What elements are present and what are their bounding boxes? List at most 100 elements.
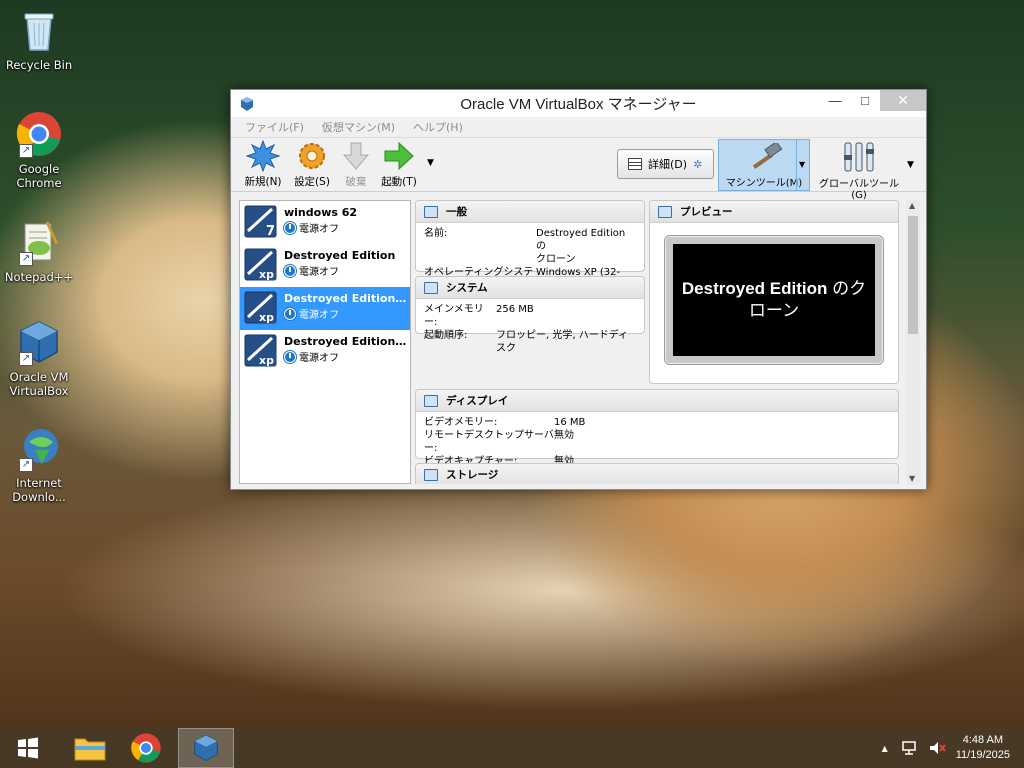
desktop-icon-label: Google Chrome [16, 162, 62, 190]
vm-name: Destroyed Edition ... [284, 292, 408, 305]
video-memory-value: 16 MB [554, 417, 586, 428]
memory-value: 256 MB [496, 304, 534, 315]
hammer-icon [744, 141, 784, 173]
power-off-icon [284, 350, 296, 363]
vm-name: Destroyed Edition ... [284, 335, 408, 348]
machine-tools-dropdown[interactable]: ▼ [796, 140, 809, 190]
boot-order-value: フロッピー, 光学, ハードディスク [496, 330, 629, 354]
vm-list[interactable]: 7 windows 62 電源オフ xp Destroyed Edition 電… [239, 200, 411, 484]
details-scrollbar[interactable]: ▲ ▼ [906, 200, 920, 484]
details-button-label: 詳細(D) [648, 158, 688, 171]
windows-logo-icon [18, 737, 38, 759]
pin-icon: ✲ [693, 157, 703, 171]
chip-icon [424, 281, 438, 294]
start-button[interactable]: 起動(T) [377, 140, 421, 189]
desktop-icon-internet-download-manager[interactable]: ↗ Internet Downlo... [4, 424, 74, 504]
power-off-icon [284, 307, 296, 320]
scroll-up-icon[interactable]: ▲ [909, 201, 915, 210]
display-section: ディスプレイ ビデオメモリー: 16 MB リモートデスクトップサーバー: 無効 ビ… [415, 389, 899, 467]
details-button[interactable]: 詳細(D) ✲ [617, 149, 714, 179]
vm-list-item-destroyed-edition[interactable]: xp Destroyed Edition 電源オフ [240, 244, 410, 287]
desktop-icon-chrome[interactable]: ↗ Google Chrome [4, 110, 74, 190]
window-title: Oracle VM VirtualBox マネージャー [460, 96, 697, 113]
volume-muted-icon[interactable] [928, 740, 946, 756]
svg-text:xp: xp [259, 268, 274, 281]
gear-icon [295, 140, 329, 172]
shortcut-arrow-icon: ↗ [19, 144, 33, 158]
menu-machine[interactable]: 仮想マシン(M) [322, 119, 395, 135]
discard-arrow-down-icon [339, 140, 373, 172]
svg-text:xp: xp [259, 354, 274, 367]
folder-icon [74, 738, 106, 761]
taskbar: ▲ 4:48 AM 11/19/2025 [0, 728, 1024, 768]
desktop-icon-notepad-plus-plus[interactable]: ↗ Notepad++ [4, 218, 74, 284]
network-icon[interactable] [900, 740, 918, 756]
vm-state-label: 電源オフ [299, 310, 339, 321]
vm-state: 電源オフ [284, 263, 410, 278]
virtualbox-app-icon [241, 97, 253, 111]
global-tools-icon [839, 141, 879, 173]
taskbar-file-explorer[interactable] [62, 728, 118, 768]
preview-vm-name: Destroyed Edition [681, 279, 828, 298]
new-button[interactable]: 新規(N) [241, 139, 285, 189]
global-tools-dropdown-chevron-icon[interactable]: ▼ [907, 160, 914, 170]
global-tools-button[interactable]: グローバルツール(G) [813, 140, 905, 201]
toolbar: 新規(N) 設定(S) 破棄 起動(T) ▼ 詳細(D) ✲ マシンツール(M)… [231, 138, 926, 201]
vm-state-label: 電源オフ [299, 224, 339, 235]
remote-desktop-label: リモートデスクトップサーバー: [424, 430, 554, 454]
maximize-button[interactable]: □ [850, 90, 880, 111]
discard-button[interactable]: 破棄 [339, 140, 373, 189]
window-titlebar[interactable]: Oracle VM VirtualBox マネージャー — □ ✕ [231, 90, 926, 117]
vm-name: windows 62 [284, 206, 358, 219]
general-section-header[interactable]: 一般 [416, 201, 644, 223]
boot-order-label: 起動順序: [424, 330, 468, 341]
chrome-icon [131, 733, 161, 763]
clock[interactable]: 4:48 AM 11/19/2025 [956, 733, 1010, 763]
taskbar-chrome[interactable] [118, 728, 174, 768]
storage-section-header[interactable]: ストレージ [416, 464, 898, 484]
taskbar-virtualbox[interactable] [178, 728, 234, 768]
system-section-title: システム [446, 282, 488, 294]
svg-text:xp: xp [259, 311, 274, 324]
show-hidden-icons-chevron-icon[interactable]: ▲ [882, 744, 888, 753]
memory-label: メインメモリー: [424, 304, 484, 328]
monitor-icon [424, 205, 438, 218]
vm-name: Destroyed Edition [284, 249, 396, 262]
vm-list-item-windows-62[interactable]: 7 windows 62 電源オフ [240, 201, 410, 244]
windows-xp-vm-icon: xp [244, 334, 277, 367]
recycle-bin-icon [15, 6, 63, 54]
scroll-down-icon[interactable]: ▼ [909, 474, 915, 483]
start-menu-button[interactable] [0, 728, 56, 768]
settings-button[interactable]: 設定(S) [289, 140, 335, 189]
menu-bar: ファイル(F) 仮想マシン(M) ヘルプ(H) [231, 117, 926, 138]
general-section: 一般 名前: Destroyed Edition の クローン オペレーティングシ… [415, 200, 645, 291]
main-area: 7 windows 62 電源オフ xp Destroyed Edition 電… [231, 194, 926, 489]
power-off-icon [284, 221, 296, 234]
display-section-header[interactable]: ディスプレイ [416, 390, 898, 412]
name-value-continued: クローン [536, 254, 576, 265]
shortcut-arrow-icon: ↗ [19, 252, 33, 266]
machine-tools-button[interactable]: マシンツール(M) ▼ [718, 139, 810, 191]
vm-list-item-destroyed-edition-clone[interactable]: xp Destroyed Edition ... 電源オフ [240, 287, 410, 330]
scrollbar-thumb[interactable] [908, 216, 918, 334]
windows-7-vm-icon: 7 [244, 205, 277, 238]
system-section-header[interactable]: システム [416, 277, 644, 299]
storage-icon [424, 468, 438, 481]
vm-state-label: 電源オフ [299, 353, 339, 364]
display-properties: ビデオメモリー: 16 MB リモートデスクトップサーバー: 無効 ビデオキャプチャ… [416, 412, 898, 468]
menu-help[interactable]: ヘルプ(H) [413, 119, 463, 135]
preview-section-header[interactable]: プレビュー [650, 201, 898, 223]
vm-state-label: 電源オフ [299, 267, 339, 278]
display-section-title: ディスプレイ [446, 395, 509, 407]
minimize-button[interactable]: — [820, 90, 850, 111]
desktop-icon-virtualbox[interactable]: ↗ Oracle VM VirtualBox [4, 318, 74, 398]
start-dropdown-chevron-icon[interactable]: ▼ [427, 158, 434, 168]
desktop-icon-recycle-bin[interactable]: Recycle Bin [4, 6, 74, 72]
close-button[interactable]: ✕ [880, 90, 926, 111]
virtualbox-manager-window: Oracle VM VirtualBox マネージャー — □ ✕ ファイル(F… [230, 89, 927, 490]
menu-file[interactable]: ファイル(F) [245, 119, 304, 135]
preview-section-title: プレビュー [680, 206, 733, 218]
vm-list-item-destroyed-edition-2[interactable]: xp Destroyed Edition ... 電源オフ [240, 330, 410, 373]
system-properties: メインメモリー: 256 MB 起動順序: フロッピー, 光学, ハードディスク [416, 299, 644, 355]
storage-section: ストレージ [415, 463, 899, 484]
